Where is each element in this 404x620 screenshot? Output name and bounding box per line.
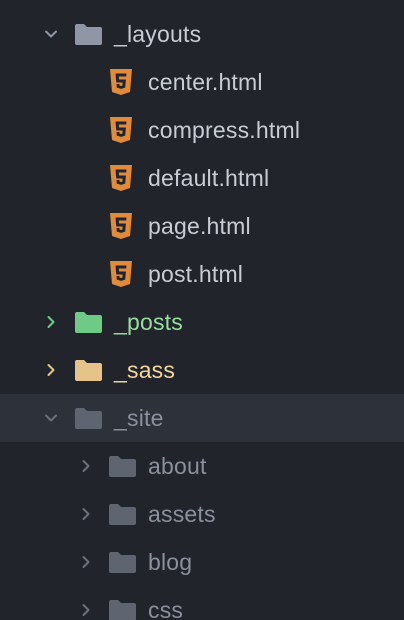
tree-file-post[interactable]: post.html [0, 250, 404, 298]
tree-file-center[interactable]: center.html [0, 58, 404, 106]
tree-folder-layouts[interactable]: _layouts [0, 10, 404, 58]
tree-folder-css[interactable]: css [0, 586, 404, 620]
folder-icon [107, 598, 137, 620]
folder-label: about [148, 452, 207, 479]
folder-open-icon [73, 22, 103, 46]
folder-label: _site [114, 404, 164, 431]
folder-label: assets [148, 500, 216, 527]
folder-label: _posts [114, 308, 183, 335]
tree-file-page[interactable]: page.html [0, 202, 404, 250]
folder-label: css [148, 596, 184, 620]
chevron-right-icon[interactable] [77, 553, 95, 571]
html5-icon [108, 259, 134, 289]
file-tree: _layouts center.html compress.html defau… [0, 10, 404, 620]
folder-icon [107, 550, 137, 574]
chevron-down-icon[interactable] [42, 409, 60, 427]
chevron-right-icon[interactable] [42, 313, 60, 331]
tree-file-default[interactable]: default.html [0, 154, 404, 202]
tree-folder-site[interactable]: _site [0, 394, 404, 442]
html5-icon [108, 163, 134, 193]
chevron-right-icon[interactable] [77, 505, 95, 523]
html5-icon [108, 211, 134, 241]
file-label: post.html [148, 260, 244, 287]
folder-icon [73, 310, 103, 334]
tree-folder-sass[interactable]: _sass [0, 346, 404, 394]
chevron-down-icon[interactable] [42, 25, 60, 43]
file-label: center.html [148, 68, 263, 95]
chevron-right-icon[interactable] [77, 601, 95, 619]
folder-icon [107, 454, 137, 478]
tree-folder-blog[interactable]: blog [0, 538, 404, 586]
html5-icon [108, 67, 134, 97]
file-label: page.html [148, 212, 251, 239]
html5-icon [108, 115, 134, 145]
tree-folder-posts[interactable]: _posts [0, 298, 404, 346]
tree-folder-assets[interactable]: assets [0, 490, 404, 538]
folder-icon [107, 502, 137, 526]
file-label: compress.html [148, 116, 301, 143]
folder-label: _sass [114, 356, 176, 383]
chevron-right-icon[interactable] [77, 457, 95, 475]
folder-icon [73, 358, 103, 382]
file-label: default.html [148, 164, 270, 191]
folder-open-icon [73, 406, 103, 430]
tree-folder-about[interactable]: about [0, 442, 404, 490]
folder-label: blog [148, 548, 193, 575]
chevron-right-icon[interactable] [42, 361, 60, 379]
folder-label: _layouts [114, 20, 202, 47]
tree-file-compress[interactable]: compress.html [0, 106, 404, 154]
